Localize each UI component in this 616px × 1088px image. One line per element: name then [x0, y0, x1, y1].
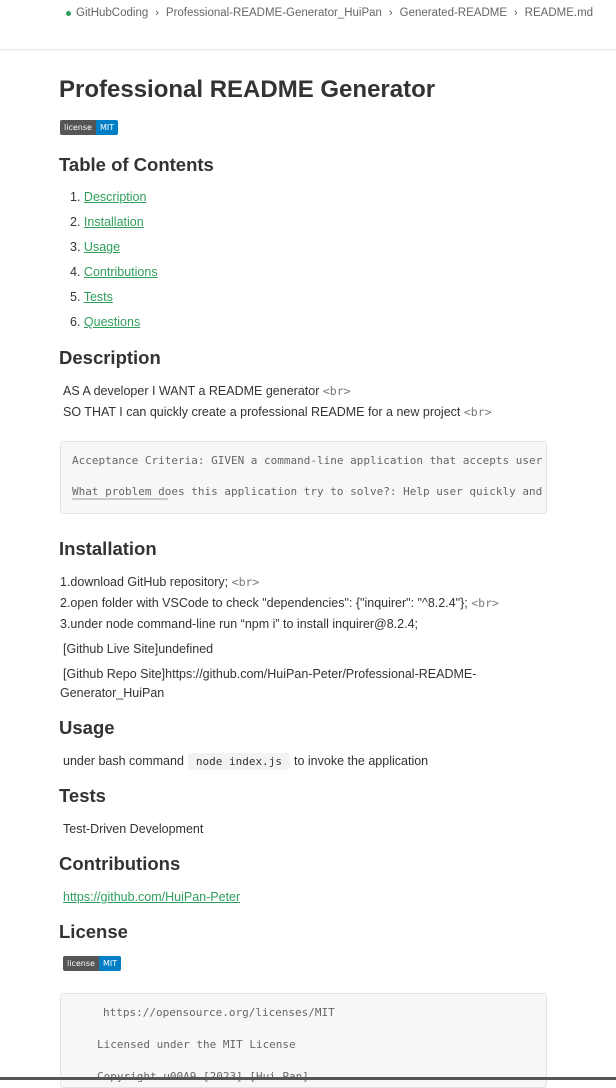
breadcrumb-item-folder[interactable]: Generated-README	[400, 7, 507, 19]
toc-link-description[interactable]: Description	[84, 190, 147, 204]
contributions-heading: Contributions	[59, 853, 181, 874]
contributions-line: https://github.com/HuiPan-Peter	[63, 890, 240, 904]
installation-step-2: 2.open folder with VSCode to check "depe…	[60, 596, 499, 610]
license-badge-label: license	[63, 956, 99, 971]
license-badge-label: license	[60, 120, 96, 135]
chevron-right-icon: ›	[155, 7, 159, 19]
page-title: Professional README Generator	[59, 76, 436, 103]
top-bar: GitHubCoding › Professional-README-Gener…	[0, 0, 616, 50]
toc-item: 5. Tests	[70, 290, 113, 304]
repo-site-text-1: [Github Repo Site]https://github.com/Hui…	[63, 667, 477, 681]
license-heading: License	[59, 921, 128, 942]
tests-heading: Tests	[59, 785, 106, 806]
contributions-link[interactable]: https://github.com/HuiPan-Peter	[63, 890, 240, 904]
toc-item: 2. Installation	[70, 215, 144, 229]
toc-heading: Table of Contents	[59, 154, 214, 175]
installation-heading: Installation	[59, 538, 157, 559]
code-line: https://opensource.org/licenses/MIT	[103, 1006, 335, 1019]
toc-item: 4. Contributions	[70, 265, 158, 279]
toc-item: 1. Description	[70, 190, 147, 204]
toc-link-contributions[interactable]: Contributions	[84, 265, 158, 279]
live-site-text: [Github Live Site]undefined	[63, 642, 214, 656]
description-code-block[interactable]: Acceptance Criteria: GIVEN a command-lin…	[60, 441, 547, 514]
tests-text: Test-Driven Development	[63, 822, 204, 836]
breadcrumb-item-file[interactable]: README.md	[525, 7, 593, 19]
code-line: Acceptance Criteria: GIVEN a command-lin…	[72, 454, 547, 467]
chevron-right-icon: ›	[514, 7, 518, 19]
description-line-2: SO THAT I can quickly create a professio…	[63, 405, 492, 419]
toc-link-tests[interactable]: Tests	[84, 290, 113, 304]
breadcrumb-item-repo[interactable]: Professional-README-Generator_HuiPan	[166, 7, 382, 19]
license-badge[interactable]: license MIT	[63, 956, 122, 971]
repo-site-text-2: Generator_HuiPan	[60, 686, 165, 700]
license-badge-value: MIT	[98, 956, 122, 971]
repo-status-dot-icon	[66, 10, 71, 16]
toc-link-usage[interactable]: Usage	[84, 240, 120, 254]
horizontal-scrollbar[interactable]	[72, 498, 168, 500]
usage-text: under bash command node index.js to invoke…	[63, 753, 429, 770]
usage-inline-code: node index.js	[187, 753, 290, 770]
description-heading: Description	[59, 347, 161, 368]
installation-step-3: 3.under node command-line run “npm i” to…	[60, 617, 419, 631]
code-line: What problem does this application try t…	[72, 485, 547, 498]
toc-list: 1. Description 2. Installation 3. Usage …	[70, 190, 158, 340]
toc-link-installation[interactable]: Installation	[84, 215, 144, 229]
toc-item: 6. Questions	[70, 315, 141, 329]
code-line: Licensed under the MIT License	[97, 1038, 296, 1051]
chevron-right-icon: ›	[388, 7, 393, 19]
license-badge-value: MIT	[95, 120, 119, 135]
usage-heading: Usage	[59, 717, 115, 738]
breadcrumb: GitHubCoding › Professional-README-Gener…	[66, 5, 593, 21]
license-code-block[interactable]: https://opensource.org/licenses/MIT Lice…	[60, 993, 547, 1088]
toc-link-questions[interactable]: Questions	[84, 315, 140, 329]
description-line-1: AS A developer I WANT a README generator…	[63, 384, 351, 398]
license-badge[interactable]: license MIT	[60, 120, 119, 135]
installation-step-1: 1.download GitHub repository; <br>	[60, 575, 260, 589]
breadcrumb-item-repo-owner[interactable]: GitHubCoding	[76, 7, 148, 19]
toc-item: 3. Usage	[70, 240, 121, 254]
